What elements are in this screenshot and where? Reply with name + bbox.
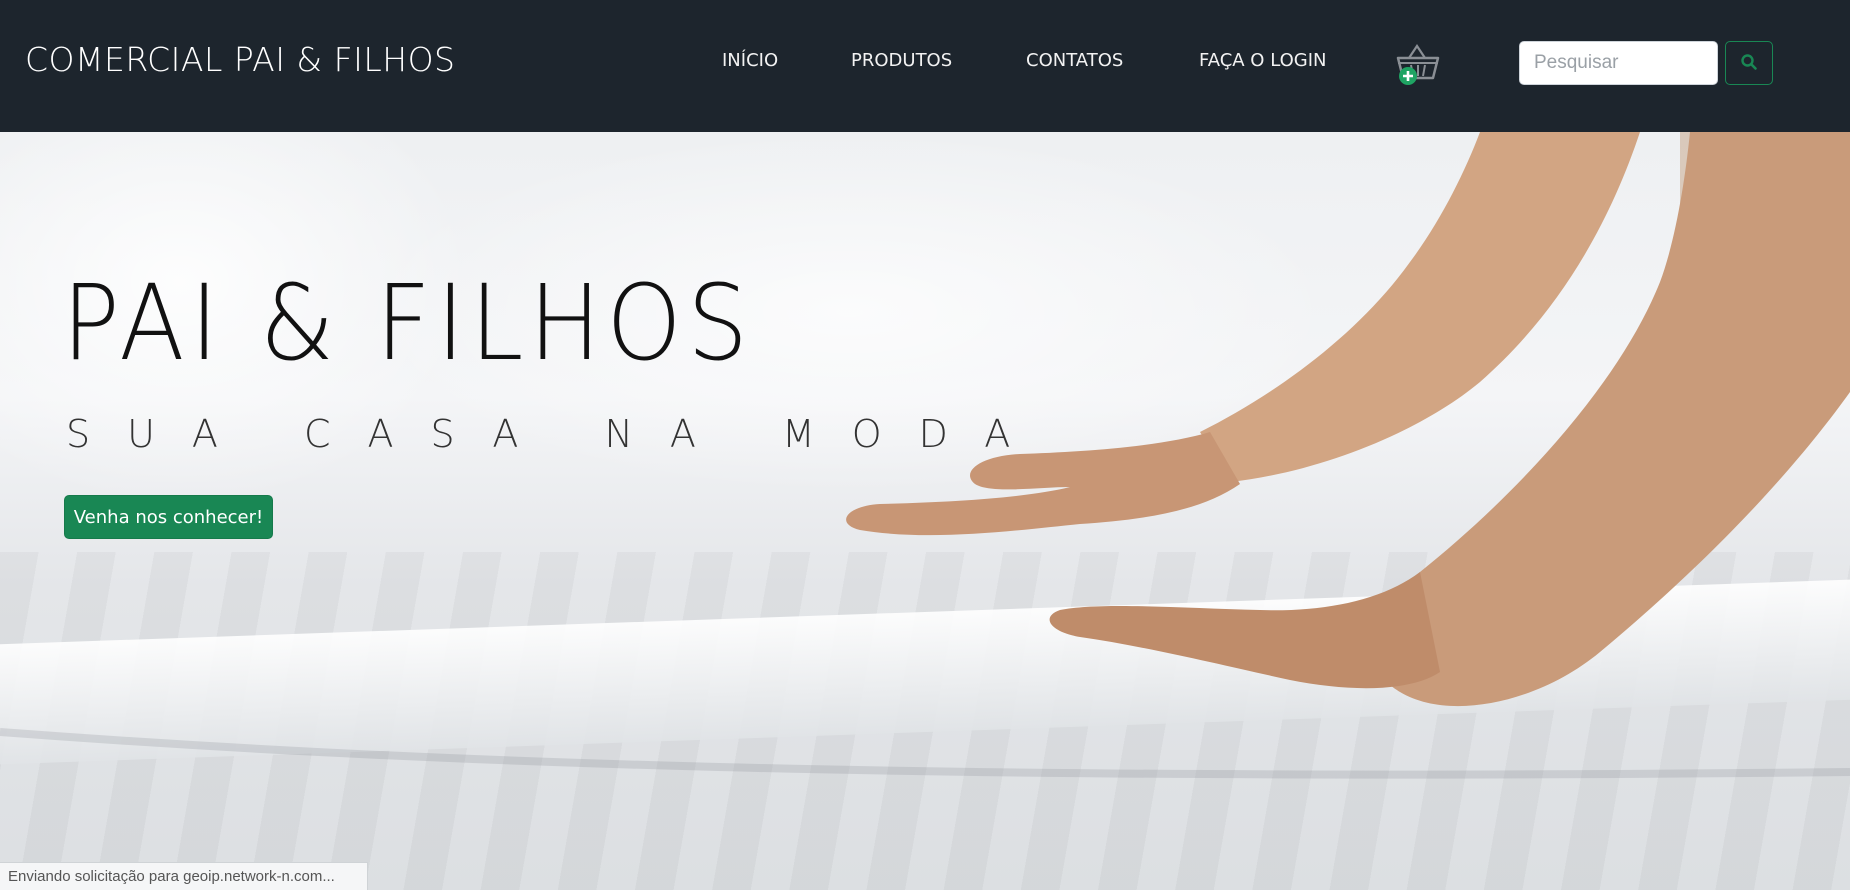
nav-link-contatos[interactable]: CONTATOS	[1026, 50, 1123, 71]
nav-link-produtos[interactable]: PRODUTOS	[851, 50, 952, 71]
search-input[interactable]	[1519, 41, 1718, 85]
navbar: COMERCIAL PAI & FILHOS INÍCIO PRODUTOS C…	[0, 0, 1850, 132]
brand-link[interactable]: COMERCIAL PAI & FILHOS	[25, 40, 456, 79]
nav-link-inicio[interactable]: INÍCIO	[722, 50, 778, 71]
shopping-basket-add-icon[interactable]	[1393, 38, 1443, 86]
hero-banner: PAI & FILHOS SUA CASA NA MODA Venha nos …	[0, 132, 1850, 890]
hero-title: PAI & FILHOS	[62, 262, 754, 384]
search-button[interactable]	[1725, 41, 1773, 85]
search-icon	[1740, 53, 1758, 74]
browser-status-bar: Enviando solicitação para geoip.network-…	[0, 862, 368, 890]
hero-subtitle: SUA CASA NA MODA	[66, 412, 1048, 456]
nav-link-login[interactable]: FAÇA O LOGIN	[1199, 50, 1326, 71]
cta-button[interactable]: Venha nos conhecer!	[64, 495, 273, 539]
hero-photo-hands	[0, 132, 1850, 779]
